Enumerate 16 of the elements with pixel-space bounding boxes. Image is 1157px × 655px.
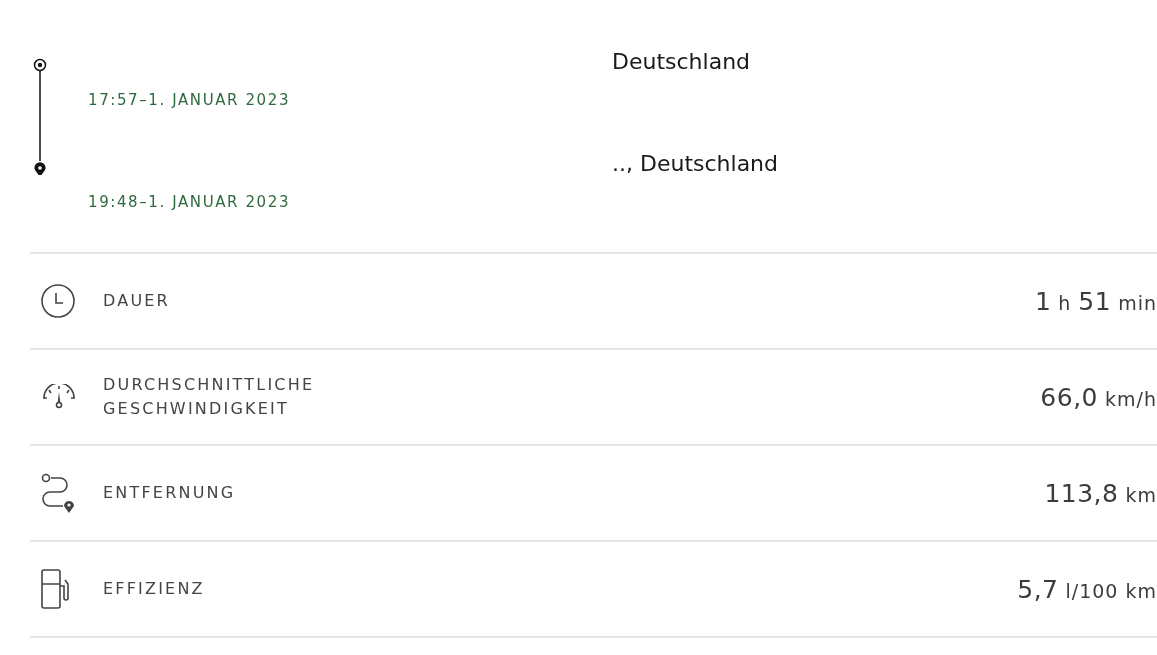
stat-label: DAUER bbox=[103, 290, 171, 312]
stat-label: DURCHSCHNITTLICHE GESCHWINDIGKEIT bbox=[103, 374, 316, 420]
stop-time: 19:48–1. JANUAR 2023 bbox=[88, 192, 292, 212]
clock-icon bbox=[40, 283, 76, 319]
stat-value: 113,8 km bbox=[1044, 478, 1157, 508]
stop-time: 17:57–1. JANUAR 2023 bbox=[88, 90, 292, 110]
route-icon bbox=[40, 473, 76, 513]
speedometer-icon bbox=[40, 384, 78, 410]
stop-address: .., Deutschland bbox=[612, 150, 779, 178]
stat-value: 1 h 51 min bbox=[1034, 286, 1157, 316]
fuel-pump-icon bbox=[40, 568, 70, 610]
stat-label: ENTFERNUNG bbox=[103, 482, 237, 504]
stop-address: Deutschland bbox=[612, 48, 752, 76]
stat-value: 5,7 l/100 km bbox=[1017, 574, 1157, 604]
stat-value: 66,0 km/h bbox=[1040, 382, 1157, 412]
stat-label: EFFIZIENZ bbox=[103, 578, 206, 600]
